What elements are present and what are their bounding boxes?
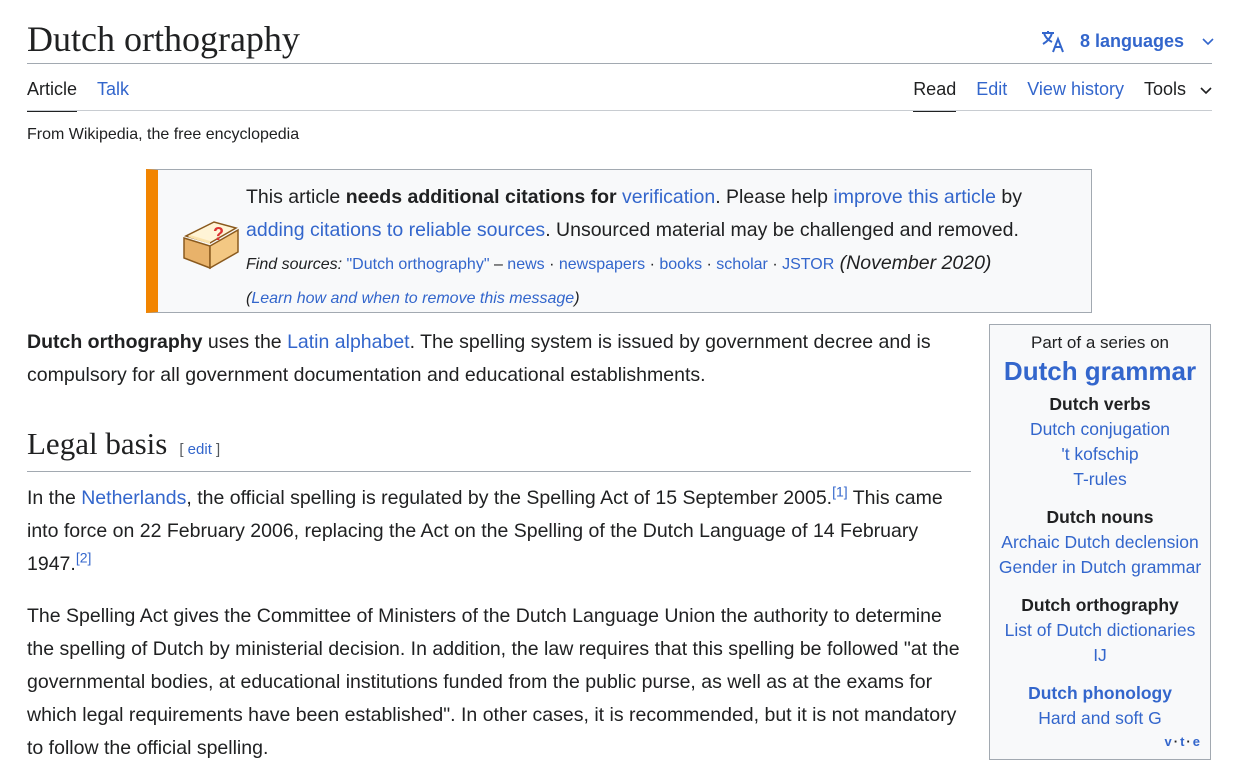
sidebar-link[interactable]: T-rules xyxy=(990,467,1210,492)
para-text: In the xyxy=(27,487,82,509)
chevron-down-icon xyxy=(1202,38,1214,46)
sidebar-heading-verbs: Dutch verbs xyxy=(1049,394,1151,414)
tools-menu[interactable]: Tools xyxy=(1144,79,1212,100)
intro-bold: Dutch orthography xyxy=(27,331,203,353)
find-sources-label: Find sources: xyxy=(246,256,343,273)
verification-link[interactable]: verification xyxy=(622,186,715,208)
source-news-link[interactable]: news xyxy=(507,256,544,273)
sidebar-title-link[interactable]: Dutch grammar xyxy=(990,355,1210,387)
para-text: , the official spelling is regulated by … xyxy=(186,487,833,509)
sidebar-link[interactable]: Gender in Dutch grammar xyxy=(990,555,1210,580)
reference-1-link[interactable]: [1] xyxy=(832,484,848,500)
citation-notice: ? This article needs additional citation… xyxy=(146,169,1092,313)
learn-remove-link[interactable]: Learn how and when to remove this messag… xyxy=(251,290,574,307)
reference-2-link[interactable]: [2] xyxy=(76,550,92,566)
vte-edit-link[interactable]: e xyxy=(1193,734,1202,749)
tab-talk[interactable]: Talk xyxy=(97,79,129,100)
bracket: ] xyxy=(211,441,221,458)
sidebar-heading-phonology-link[interactable]: Dutch phonology xyxy=(990,680,1210,706)
sidebar-link[interactable]: IJ xyxy=(990,643,1210,668)
page-title: Dutch orthography xyxy=(27,19,300,59)
sidebar-link[interactable]: Dutch conjugation xyxy=(990,417,1210,442)
tab-edit[interactable]: Edit xyxy=(976,79,1007,100)
source-newspapers-link[interactable]: newspapers xyxy=(559,256,645,273)
view-tabs: Read Edit View history Tools xyxy=(913,79,1212,112)
section-heading: Legal basis [ edit ] xyxy=(27,426,220,462)
latin-alphabet-link[interactable]: Latin alphabet xyxy=(287,331,410,353)
source-jstor-link[interactable]: JSTOR xyxy=(782,256,834,273)
navbox-vte: v·t·e xyxy=(1165,734,1203,749)
translate-icon xyxy=(1042,31,1064,53)
notice-text-part: by xyxy=(995,186,1022,208)
namespace-tabs: Article Talk xyxy=(27,79,129,112)
legal-paragraph-1: In the Netherlands, the official spellin… xyxy=(27,482,972,581)
sidebar-link[interactable]: Hard and soft G xyxy=(990,706,1210,731)
intro-paragraph: Dutch orthography uses the Latin alphabe… xyxy=(27,326,972,392)
source-books-link[interactable]: books xyxy=(659,256,702,273)
legal-paragraph-2: The Spelling Act gives the Committee of … xyxy=(27,605,960,759)
section-edit: [ edit ] xyxy=(179,441,220,458)
paren: ) xyxy=(574,290,580,307)
notice-text-part: This article xyxy=(246,186,346,208)
sidebar-link[interactable]: 't kofschip xyxy=(990,442,1210,467)
section-heading-text: Legal basis xyxy=(27,426,168,461)
intro-text: uses the xyxy=(202,331,288,353)
title-divider xyxy=(27,63,1212,64)
notice-bold: needs additional citations for xyxy=(345,186,622,208)
section-divider xyxy=(27,471,971,472)
tab-view-history[interactable]: View history xyxy=(1027,79,1124,100)
notice-text-part: . Please help xyxy=(715,186,834,208)
series-sidebar: Part of a series on Dutch grammar Dutch … xyxy=(989,324,1211,760)
separator: · xyxy=(645,256,660,273)
separator: · xyxy=(544,256,559,273)
sidebar-heading-orthography: Dutch orthography xyxy=(1021,595,1179,615)
sidebar-part-of: Part of a series on xyxy=(1031,333,1169,352)
adding-citations-link[interactable]: adding citations to reliable sources xyxy=(246,219,545,241)
sidebar-heading-nouns: Dutch nouns xyxy=(1046,507,1154,527)
notice-text: This article needs additional citations … xyxy=(246,181,1076,315)
language-selector[interactable]: 8 languages xyxy=(1040,28,1214,54)
sidebar-link[interactable]: Archaic Dutch declension xyxy=(990,530,1210,555)
improve-article-link[interactable]: improve this article xyxy=(833,186,996,208)
source-query-link[interactable]: "Dutch orthography" xyxy=(347,256,490,273)
bracket: [ xyxy=(179,441,188,458)
separator: – xyxy=(489,256,508,273)
tabs-divider xyxy=(27,110,1212,111)
notice-date: (November 2020) xyxy=(839,252,992,274)
netherlands-link[interactable]: Netherlands xyxy=(81,487,186,509)
separator: · xyxy=(767,256,783,273)
vte-view-link[interactable]: v xyxy=(1165,734,1174,749)
chevron-down-icon xyxy=(1200,86,1212,94)
notice-text-part: . Unsourced material may be challenged a… xyxy=(545,219,1019,241)
separator: · xyxy=(702,256,717,273)
languages-label: 8 languages xyxy=(1080,30,1185,51)
source-scholar-link[interactable]: scholar xyxy=(716,256,768,273)
book-question-icon: ? xyxy=(183,221,239,270)
section-edit-link[interactable]: edit xyxy=(188,441,212,458)
sidebar-link[interactable]: List of Dutch dictionaries xyxy=(990,618,1210,643)
site-tagline: From Wikipedia, the free encyclopedia xyxy=(27,126,300,143)
tools-label: Tools xyxy=(1143,79,1186,99)
tab-read[interactable]: Read xyxy=(913,79,957,112)
svg-text:?: ? xyxy=(213,224,224,244)
tab-article[interactable]: Article xyxy=(27,79,78,112)
